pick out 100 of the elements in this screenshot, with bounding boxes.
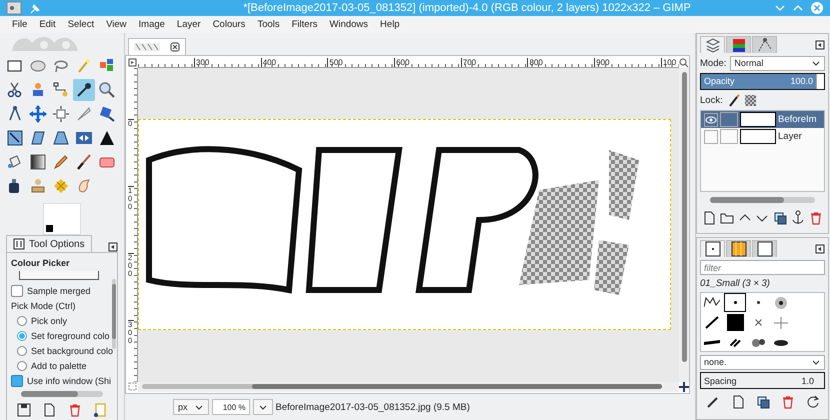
ruler-label: 400 (260, 58, 328, 67)
shear-icon (29, 129, 47, 147)
zoom-fit-icon[interactable] (679, 58, 689, 68)
horizontal-scrollbar[interactable] (21, 391, 103, 397)
fuzzy-brush-icon (775, 296, 787, 308)
paintbrush-icon (75, 153, 93, 171)
checkbox[interactable] (11, 375, 23, 387)
panel-menu-icon[interactable] (108, 242, 118, 252)
panel-menu-icon[interactable] (815, 40, 825, 50)
opacity-slider[interactable]: Opacity 100.0 (700, 73, 825, 90)
menu-item[interactable]: Edit (33, 19, 62, 30)
document-icon (92, 402, 108, 418)
tool-button[interactable] (73, 79, 95, 101)
brush-lock-icon[interactable] (726, 94, 740, 106)
radio-button[interactable] (17, 316, 27, 326)
menu-item[interactable]: Windows (324, 19, 374, 30)
layer-row[interactable]: Layer (701, 128, 824, 145)
radio-button[interactable] (17, 331, 27, 341)
navigate-icon[interactable] (128, 382, 138, 392)
blade-icon (75, 105, 93, 123)
save-button[interactable] (16, 402, 32, 418)
scale-icon (6, 129, 24, 147)
panel-tab[interactable] (726, 36, 751, 53)
panel-tab[interactable] (700, 240, 725, 257)
refresh-icon (804, 394, 820, 410)
heal-icon (52, 177, 70, 195)
layer-row[interactable]: BeforeIm (701, 111, 824, 128)
spacing-field[interactable]: Spacing 1.0 (700, 372, 825, 389)
brush-name: 01_Small (3 × 3) (700, 278, 771, 289)
ruler-label: 800 (527, 58, 594, 67)
duplicate-icon (772, 210, 788, 226)
checkbox[interactable] (11, 285, 23, 297)
quick-mask-icon[interactable] (128, 58, 138, 68)
chevron-down-icon (258, 403, 268, 412)
visibility-toggle[interactable] (704, 130, 718, 144)
horizontal-scrollbar[interactable] (710, 197, 815, 203)
zoom-field[interactable]: 100 % (212, 399, 250, 416)
horizontal-scrollbar[interactable] (138, 382, 679, 392)
colour-swatch[interactable] (43, 203, 81, 235)
file-info: BeforeImage2017-03-05_081352.jpg (9.5 MB) (276, 402, 470, 413)
radio-button[interactable] (17, 361, 27, 371)
menu-item[interactable]: Layer (170, 19, 207, 30)
vertical-scrollbar[interactable] (112, 279, 116, 349)
align-icon (52, 105, 70, 123)
image-tab[interactable] (128, 38, 186, 55)
stamp-icon (29, 177, 47, 195)
tool-button[interactable] (50, 103, 72, 125)
menu-item[interactable]: Image (132, 19, 171, 30)
zoom-dropdown[interactable] (252, 399, 273, 416)
panel-tab[interactable] (752, 240, 777, 257)
line-brush-icon (705, 316, 719, 329)
vertical-scrollbar[interactable] (679, 68, 689, 382)
splatter-brush-icon (752, 338, 764, 347)
menu-item[interactable]: File (6, 19, 34, 30)
pencil-icon (52, 153, 70, 171)
scribble-brush-icon (704, 297, 720, 308)
panel-tab[interactable] (700, 36, 725, 53)
move-icon[interactable] (679, 382, 689, 392)
menu-item[interactable]: Tools (251, 19, 286, 30)
menu-item[interactable]: View (100, 19, 133, 30)
cross-brush-icon (754, 319, 762, 326)
paths-icon (52, 81, 70, 99)
dot-brush-icon (756, 301, 760, 304)
paths-icon (756, 37, 772, 53)
lock-label: Lock: (700, 94, 723, 106)
splatter-brush-icon (774, 340, 788, 346)
app-logo-icon (6, 1, 22, 15)
tool-options-tab[interactable]: Tool Options (6, 235, 92, 252)
checkbox-label: Use info window (Shi (27, 376, 112, 386)
unit-dropdown[interactable]: px (173, 399, 209, 416)
menu-item[interactable]: Filters (286, 19, 324, 30)
duplicate-icon (754, 394, 770, 410)
radio-button[interactable] (17, 346, 27, 356)
alpha-lock-icon[interactable] (744, 94, 757, 106)
reset-button[interactable] (92, 402, 108, 418)
visibility-toggle[interactable] (704, 112, 718, 126)
refresh-button[interactable] (804, 394, 820, 410)
transform-icon (98, 105, 116, 123)
panel-menu-icon[interactable] (815, 244, 825, 254)
mode-dropdown[interactable]: Normal (730, 56, 825, 70)
menu-item[interactable]: Select (62, 19, 100, 30)
anchor-button[interactable] (790, 210, 806, 226)
duplicate-button[interactable] (772, 210, 788, 226)
menu-item[interactable]: Help (374, 19, 406, 30)
chevron-down-icon (811, 358, 821, 366)
filter-field[interactable]: filter (700, 260, 825, 275)
menu-item[interactable]: Colours (206, 19, 252, 30)
dynamics-dropdown[interactable]: none. (700, 354, 825, 370)
brush-item[interactable] (724, 293, 746, 312)
triangle-icon (98, 129, 116, 147)
panel-tab[interactable] (726, 240, 751, 257)
tool-name: Colour Picker (11, 257, 71, 270)
brush-item[interactable] (724, 313, 746, 332)
duplicate-button[interactable] (754, 394, 770, 410)
eyedropper-icon (75, 81, 93, 99)
ruler-label: 900 (594, 58, 661, 67)
close-icon[interactable] (170, 42, 180, 52)
dot-brush-icon (734, 301, 736, 304)
dropdown-field[interactable] (19, 271, 99, 280)
magnify-icon (98, 81, 116, 99)
